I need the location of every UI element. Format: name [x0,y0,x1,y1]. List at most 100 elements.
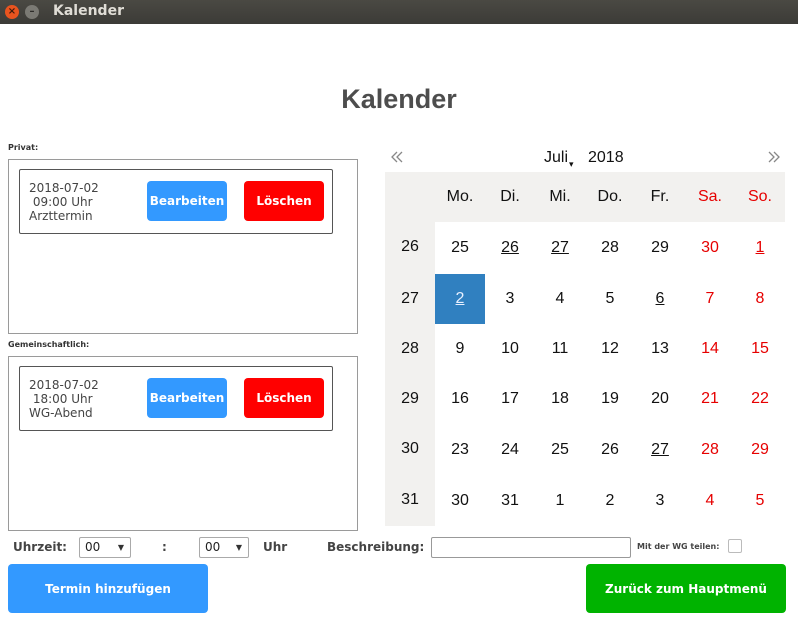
day-cell[interactable]: 25 [435,222,485,274]
shared-appointment-list: 2018-07-02 18:00 Uhr WG-Abend Bearbeiten… [8,356,358,531]
day-number: 8 [755,290,765,307]
add-appointment-button[interactable]: Termin hinzufügen [8,564,208,613]
edit-button[interactable]: Bearbeiten [147,378,227,418]
day-number: 27 [551,239,569,256]
week-number: 31 [401,491,419,508]
unit-label: Uhr [263,540,288,554]
weekday-header-cell: Sa. [697,188,722,205]
day-cell[interactable]: 8 [735,274,785,324]
day-cell[interactable]: 1 [735,222,785,274]
day-cell[interactable]: 9 [435,324,485,374]
weekday-header-cell: Mo. [446,188,474,205]
day-cell[interactable]: 22 [735,374,785,424]
hour-value: 00 [85,540,101,554]
close-icon[interactable]: × [5,5,19,19]
day-number: 12 [601,340,619,357]
appointment-card: 2018-07-02 09:00 Uhr Arzttermin Bearbeit… [19,169,333,234]
edit-button[interactable]: Bearbeiten [147,181,227,221]
delete-button[interactable]: Löschen [244,181,324,221]
day-cell[interactable]: 27 [635,424,685,475]
day-cell[interactable]: 28 [685,424,735,475]
day-cell[interactable]: 5 [735,475,785,526]
day-cell[interactable]: 31 [485,475,535,526]
week-number: 28 [401,340,419,357]
minute-select[interactable]: 00 ▼ [199,537,249,558]
day-cell[interactable]: 26 [585,424,635,475]
day-cell[interactable]: 30 [435,475,485,526]
month-selector[interactable]: Juli▾ [544,149,574,169]
weekday-header-cell: Fr. [650,188,670,205]
day-number: 30 [451,491,469,509]
day-cell[interactable]: 17 [485,374,535,424]
day-number: 9 [455,340,465,357]
day-cell[interactable]: 4 [685,475,735,526]
day-cell[interactable]: 13 [635,324,685,374]
day-cell[interactable]: 26 [485,222,535,274]
day-cell[interactable]: 29 [735,424,785,475]
chevron-down-icon: ▼ [117,543,124,552]
day-cell[interactable]: 14 [685,324,735,374]
day-number: 14 [701,340,719,357]
appointment-text: 2018-07-02 18:00 Uhr WG-Abend [29,378,99,420]
day-cell[interactable]: 23 [435,424,485,475]
day-cell[interactable]: 5 [585,274,635,324]
day-cell[interactable]: 1 [535,475,585,526]
day-cell[interactable]: 19 [585,374,635,424]
hour-select[interactable]: 00 ▼ [79,537,131,558]
day-cell[interactable]: 4 [535,274,585,324]
day-number: 26 [601,440,619,458]
weekday-header-cell: Mi. [549,188,571,205]
day-cell[interactable]: 12 [585,324,635,374]
day-cell[interactable]: 7 [685,274,735,324]
appointment-card: 2018-07-02 18:00 Uhr WG-Abend Bearbeiten… [19,366,333,431]
day-cell[interactable]: 24 [485,424,535,475]
shared-label: Gemeinschaftlich: [8,340,90,349]
appointment-text: 2018-07-02 09:00 Uhr Arzttermin [29,181,99,223]
day-cell[interactable]: 6 [635,274,685,324]
day-number: 6 [655,290,665,307]
back-to-main-menu-button[interactable]: Zurück zum Hauptmenü [586,564,786,613]
calendar-grid: Mo. Di. Mi. Do. Fr. Sa. So. 26 25 26 27 28 29 30 1 27 2 3… [385,172,785,526]
year-label[interactable]: 2018 [588,149,624,167]
day-cell[interactable]: 3 [485,274,535,324]
day-number: 22 [751,390,769,407]
previous-month-icon[interactable] [390,150,406,170]
delete-button[interactable]: Löschen [244,378,324,418]
day-cell[interactable]: 3 [635,475,685,526]
day-cell[interactable]: 25 [535,424,585,475]
day-cell[interactable]: 18 [535,374,585,424]
day-cell[interactable]: 21 [685,374,735,424]
day-cell[interactable]: 16 [435,374,485,424]
next-month-icon[interactable] [765,150,781,170]
minimize-icon[interactable]: – [25,5,39,19]
day-number: 24 [501,440,519,458]
day-number: 28 [601,239,619,256]
description-label: Beschreibung: [327,540,425,554]
day-cell[interactable]: 20 [635,374,685,424]
day-number: 23 [451,440,469,458]
share-label: Mit der WG teilen: [637,542,720,551]
day-cell[interactable]: 2 [435,274,485,324]
day-number: 31 [501,491,519,509]
time-separator: : [162,540,167,554]
day-cell[interactable]: 15 [735,324,785,374]
day-number: 27 [651,440,669,458]
day-number: 30 [701,239,719,256]
day-cell[interactable]: 28 [585,222,635,274]
day-number: 2 [605,491,615,509]
day-cell[interactable]: 11 [535,324,585,374]
day-cell[interactable]: 29 [635,222,685,274]
chevron-down-icon: ▾ [569,159,574,169]
day-cell[interactable]: 30 [685,222,735,274]
weekday-header-cell: So. [747,188,772,205]
description-input[interactable] [431,537,631,558]
day-cell[interactable]: 27 [535,222,585,274]
day-cell[interactable]: 10 [485,324,535,374]
share-checkbox[interactable] [728,539,742,553]
day-number: 1 [755,239,765,256]
day-number: 3 [655,491,665,509]
day-number: 25 [451,239,469,256]
private-label: Privat: [8,143,39,152]
day-cell[interactable]: 2 [585,475,635,526]
day-number: 21 [701,390,719,407]
